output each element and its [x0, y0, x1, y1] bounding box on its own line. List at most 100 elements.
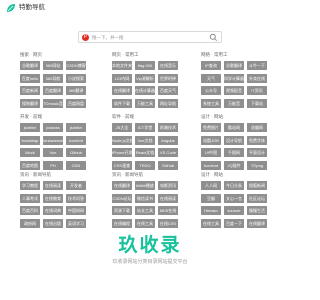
link-button[interactable]: 软件下载 [112, 98, 132, 108]
link-button[interactable]: 在线翻译 [112, 86, 132, 95]
link-button[interactable]: PH [43, 160, 63, 170]
search-engine-icon[interactable]: P [82, 34, 89, 41]
link-button[interactable]: 酷站网 [224, 123, 244, 132]
link-button[interactable]: 微信读书 [135, 193, 155, 203]
link-button[interactable]: 百度新闻 [20, 86, 40, 95]
link-button[interactable]: 谷歌翻译 [224, 61, 244, 70]
link-button[interactable]: 电影资讯 [158, 181, 178, 190]
link-button[interactable]: 360网站 [43, 61, 63, 70]
link-button[interactable]: 在线翻译 [112, 181, 132, 190]
link-button[interactable]: 百度一下 [224, 218, 244, 228]
link-button[interactable]: CSDN博客 [66, 61, 86, 70]
link-button[interactable]: Angular [158, 135, 178, 145]
link-button[interactable]: 技术问答 [66, 193, 86, 203]
link-button[interactable]: ICT学堂 [135, 123, 155, 132]
link-button[interactable]: 百度天气 [158, 86, 178, 95]
link-button[interactable]: Iconfont [201, 160, 221, 170]
link-button[interactable]: postcss [43, 123, 63, 132]
link-button[interactable]: 站长工具 [135, 206, 155, 215]
link-button[interactable]: 中国知网 [66, 206, 86, 215]
link-button[interactable]: UI中国 [201, 148, 221, 157]
link-button[interactable]: 天气 [201, 73, 221, 83]
link-button[interactable]: TOmusic音乐 [43, 98, 63, 108]
link-button[interactable]: 在线翻译 [247, 218, 267, 228]
link-button[interactable]: CSDN论坛 [112, 193, 132, 203]
link-button[interactable]: jsdelivr [66, 123, 86, 132]
link-button[interactable]: 小说搜索 [66, 73, 86, 83]
link-button[interactable]: 在线教育 [43, 193, 63, 203]
link-button[interactable]: 123内网 [112, 73, 132, 83]
link-button[interactable]: flag 900 [135, 61, 155, 70]
link-button[interactable]: 本地文件夹 [112, 61, 132, 70]
link-button[interactable]: 谷歌翻译 [20, 61, 40, 70]
link-button[interactable]: 设计导航 [224, 135, 244, 145]
link-button[interactable]: IP查询 [201, 61, 221, 70]
link-button[interactable]: 万能工具 [135, 98, 155, 108]
link-button[interactable]: 英语学习 [66, 218, 86, 228]
link-button[interactable]: 政府网 [20, 218, 40, 228]
link-button[interactable]: 视频配音 [224, 86, 244, 95]
link-button[interactable]: 平面设计 [247, 148, 267, 157]
link-button[interactable]: JS大全 [112, 123, 132, 132]
link-button[interactable]: bootstrap [20, 135, 40, 145]
link-button[interactable]: 360导航 [43, 73, 63, 83]
link-button[interactable]: 在线工具 [135, 218, 155, 228]
link-button[interactable]: 外卖在线 [247, 73, 267, 83]
link-button[interactable]: TOpng [247, 160, 267, 170]
link-button[interactable]: 搜狐新闻 [247, 181, 267, 190]
link-button[interactable]: 360翻译 [66, 86, 86, 95]
link-button[interactable]: Vue [43, 148, 63, 157]
link-button[interactable]: Vue文档 [135, 135, 155, 145]
link-button[interactable]: 慢慢生活 [247, 206, 267, 215]
link-button[interactable]: 文心一言 [224, 193, 244, 203]
link-button[interactable]: 人事考试 [20, 193, 40, 203]
link-button[interactable]: GitHub [158, 160, 178, 170]
link-button[interactable]: 学习教程 [20, 181, 40, 190]
link-button[interactable]: 开发者 [66, 181, 86, 190]
link-button[interactable]: 百度翻译 [43, 86, 63, 95]
link-button[interactable]: Github [66, 148, 86, 157]
link-button[interactable]: 免费图片 [201, 123, 221, 132]
link-button[interactable]: Mock [20, 148, 40, 157]
link-button[interactable]: 在线出版 [43, 218, 63, 228]
link-button[interactable]: fontawesome [43, 135, 63, 145]
link-button[interactable]: IT资讯 [247, 86, 267, 95]
link-button[interactable]: 社区论坛 [247, 193, 267, 203]
link-button[interactable]: 站酷JOB [201, 135, 221, 145]
link-button[interactable]: 下载站 [247, 98, 267, 108]
search-input[interactable] [92, 33, 202, 42]
link-button[interactable]: 前端技术 [158, 123, 178, 132]
link-button[interactable]: VS Code [158, 148, 178, 157]
link-button[interactable]: MD5在线 [158, 206, 178, 215]
link-button[interactable]: 搜狗翻译 [20, 98, 40, 108]
site-logo[interactable]: 特勤导航 [6, 3, 45, 13]
link-button[interactable]: 在线工具 [201, 218, 221, 228]
link-button[interactable]: 在线计算器 [135, 86, 155, 95]
link-button[interactable]: 百度地图 [20, 160, 40, 170]
link-button[interactable]: 在线编程 [112, 218, 132, 228]
link-button[interactable]: 百度网盘 [66, 98, 86, 108]
link-button[interactable]: 百度hello [20, 73, 40, 83]
link-button[interactable]: Vip源解析 [135, 73, 155, 83]
search-icon[interactable] [209, 33, 218, 42]
link-button[interactable]: CSS速查 [112, 160, 132, 170]
link-button[interactable]: 百度百科 [20, 206, 40, 215]
link-button[interactable]: iPhone开发 [112, 148, 132, 157]
link-button[interactable]: 资源下载 [112, 206, 132, 215]
link-button[interactable]: 网址导航 [158, 98, 178, 108]
link-button[interactable]: Node.js文档 [112, 135, 132, 145]
link-button[interactable]: 世界时钟 [158, 73, 178, 83]
link-button[interactable]: 在线阅读 [43, 181, 63, 190]
link-button[interactable]: TEDO [135, 160, 155, 170]
link-button[interactable]: 豆瓣 [201, 193, 221, 203]
link-button[interactable]: 在线词典 [43, 206, 63, 215]
link-button[interactable]: 千图网 [224, 148, 244, 157]
link-button[interactable]: JQ插件 [224, 160, 244, 170]
link-button[interactable]: iconfont [66, 135, 86, 145]
link-button[interactable]: 花瓣网 [247, 123, 267, 132]
link-button[interactable]: 科学计算器 [224, 73, 244, 83]
link-button[interactable]: 在线阅读 [158, 193, 178, 203]
link-button[interactable]: sourcer [224, 206, 244, 215]
link-button[interactable]: 人人网 [201, 181, 221, 190]
link-button[interactable]: 免费字体 [247, 135, 267, 145]
